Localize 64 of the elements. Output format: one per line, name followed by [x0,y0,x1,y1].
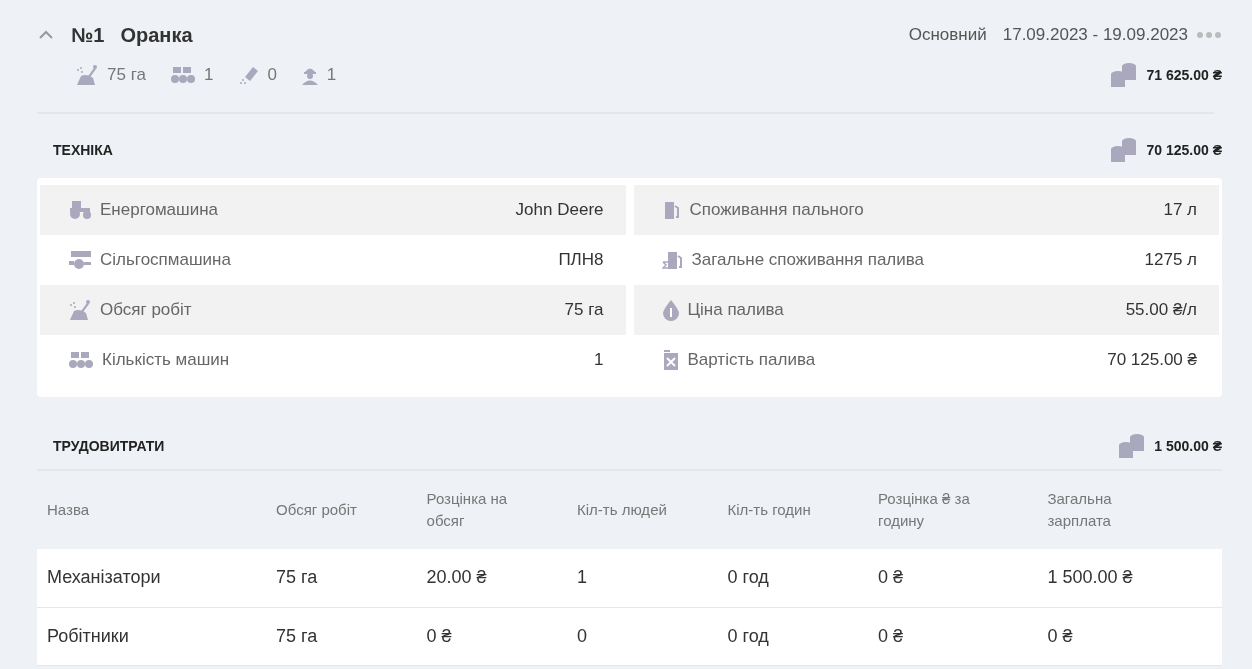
seed-bag-icon [237,65,260,85]
table-cell: 0 год [727,567,769,588]
field-label: Сільгоспмашина [100,249,231,272]
column-header: Обсяг робіт [276,500,357,521]
tractors-icon [169,66,196,84]
field-value: 1275 л [1144,249,1197,272]
column-header: Розцінка на обсяг [426,489,509,531]
stat-value: 1 [203,64,214,87]
column-header: Кіл-ть годин [727,500,811,521]
column-header: Загальна зарплата [1047,489,1113,531]
operation-type: Основний [908,24,987,47]
field-label: Обсяг робіт [100,299,192,322]
shovel-icon [75,64,99,86]
shovel-icon [68,299,92,321]
table-cell: 0 [577,625,588,646]
field-label: Вартість палива [687,349,816,372]
field-label: Споживання пального [689,199,864,222]
field-value: 1 [594,349,604,372]
table-cell: 0 ₴ [878,567,904,588]
coins-icon [1118,433,1147,459]
table-cell: Робітники [47,625,129,646]
field-label: Кількість машин [102,349,230,372]
record-number: №1 [71,23,105,48]
table-cell: 1 [577,567,588,588]
field-value: 75 га [564,299,604,322]
tractors-icon [68,351,94,369]
field-label: Енергомашина [100,199,219,222]
field-value: 55.00 ₴/л [1125,299,1197,322]
table-cell: 75 га [276,625,318,646]
stat-value: 1 [326,64,337,87]
section-total: 1 500.00 ₴ [1154,436,1222,456]
section-title: ТЕХНІКА [53,140,113,160]
field-value: 17 л [1163,199,1197,222]
field-value: John Deere [515,199,604,222]
table-cell: 75 га [276,567,318,588]
more-icon[interactable] [1196,31,1222,39]
money-drop-icon [661,299,680,321]
total-cost: 71 625.00 ₴ [1146,65,1222,85]
tractor-icon [68,200,92,220]
column-header: Назва [47,500,90,521]
coins-icon [1110,62,1139,88]
table-cell: 0 ₴ [426,625,452,646]
table-cell: 0 ₴ [1047,625,1073,646]
section-total: 70 125.00 ₴ [1146,140,1222,160]
canister-icon [661,349,680,371]
column-header: Кіл-ть людей [577,500,667,521]
fuel-pump-icon [661,250,684,270]
section-title: ТРУДОВИТРАТИ [53,436,165,456]
implement-icon [68,250,92,270]
field-value: 70 125.00 ₴ [1107,349,1197,372]
table-cell: 0 год [727,625,769,646]
stat-value: 0 [267,64,277,87]
coins-icon [1110,137,1139,163]
field-label: Ціна палива [687,299,784,322]
field-label: Загальне споживання палива [691,249,925,272]
table-cell: 1 500.00 ₴ [1047,567,1133,588]
field-value: ПЛН8 [558,249,604,272]
date-range: 17.09.2023 - 19.09.2023 [1002,24,1188,47]
table-cell: 0 ₴ [878,625,904,646]
column-header: Розцінка ₴ за годину [878,489,971,531]
operation-name: Оранка [120,23,193,48]
stat-value: 75 га [107,64,146,87]
table-cell: 20.00 ₴ [426,567,487,588]
table-cell: Механізатори [47,567,161,588]
